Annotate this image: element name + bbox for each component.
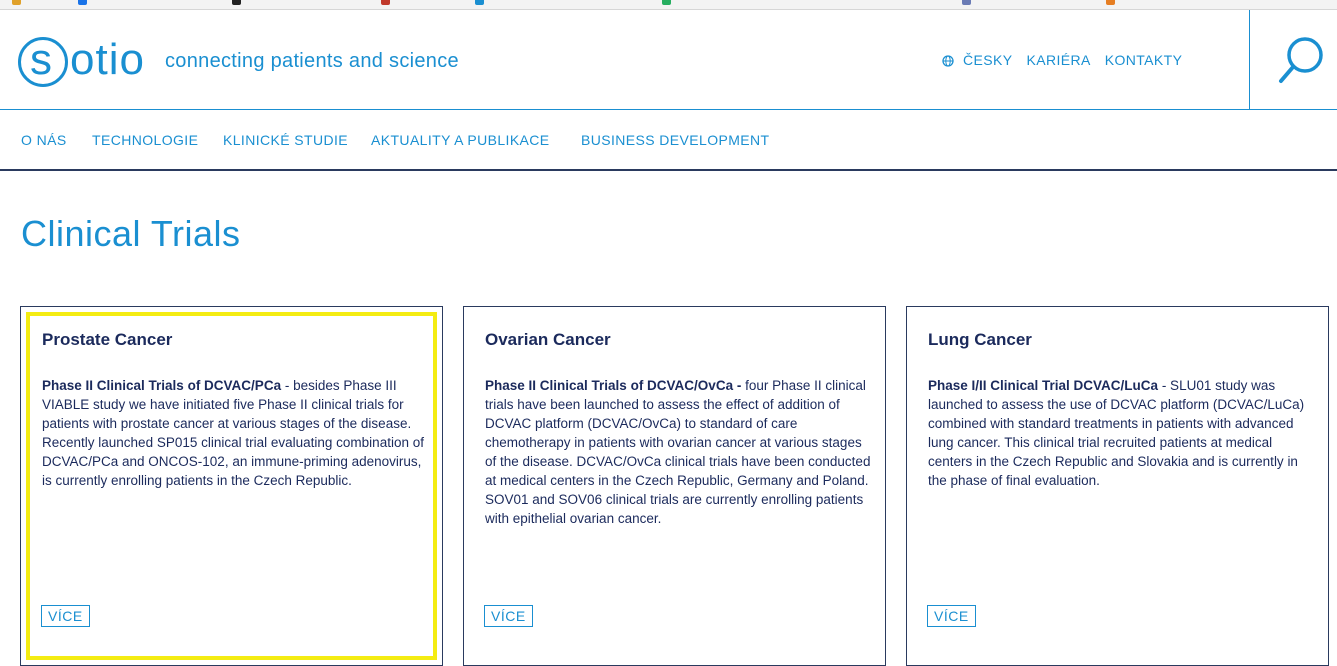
logo-letter-s: s: [30, 35, 52, 84]
career-link[interactable]: KARIÉRA: [1026, 52, 1090, 68]
nav-item-technologie[interactable]: TECHNOLOGIE: [92, 132, 198, 148]
main-navigation: O NÁS TECHNOLOGIE KLINICKÉ STUDIE AKTUAL…: [0, 110, 1337, 171]
language-link[interactable]: ČESKY: [963, 52, 1012, 68]
nav-item-business-development[interactable]: BUSINESS DEVELOPMENT: [581, 132, 770, 148]
card-title: Ovarian Cancer: [485, 330, 611, 349]
bookmarks-bar: [0, 0, 1337, 10]
nav-item-o-nas[interactable]: O NÁS: [21, 132, 67, 148]
card-title: Prostate Cancer: [42, 330, 173, 349]
card-ovarian-cancer: Ovarian Cancer Phase II Clinical Trials …: [463, 306, 886, 666]
bookmark-icon[interactable]: [232, 0, 241, 5]
search-button[interactable]: [1249, 10, 1337, 109]
more-button[interactable]: VÍCE: [927, 605, 976, 627]
search-icon: [1279, 37, 1323, 83]
bookmark-icon[interactable]: [1106, 0, 1115, 5]
card-lead: Phase I/II Clinical Trial DCVAC/LuCa: [928, 378, 1159, 393]
card-description: Phase I/II Clinical Trial DCVAC/LuCa - S…: [928, 376, 1318, 490]
more-button[interactable]: VÍCE: [484, 605, 533, 627]
globe-icon: [942, 54, 954, 67]
card-description: Phase II Clinical Trials of DCVAC/PCa - …: [42, 376, 432, 490]
more-button[interactable]: VÍCE: [41, 605, 90, 627]
top-links: ČESKY KARIÉRA KONTAKTY: [942, 52, 1196, 68]
bookmark-icon[interactable]: [381, 0, 390, 5]
card-lung-cancer: Lung Cancer Phase I/II Clinical Trial DC…: [906, 306, 1329, 666]
logo-wordmark: otio: [70, 35, 145, 84]
bookmark-icon[interactable]: [662, 0, 671, 5]
contacts-link[interactable]: KONTAKTY: [1105, 52, 1183, 68]
card-description: Phase II Clinical Trials of DCVAC/OvCa -…: [485, 376, 875, 528]
bookmark-icon[interactable]: [78, 0, 87, 5]
tagline: connecting patients and science: [165, 50, 459, 72]
card-lead: Phase II Clinical Trials of DCVAC/PCa: [42, 378, 282, 393]
card-lead: Phase II Clinical Trials of DCVAC/OvCa -: [485, 378, 742, 393]
page-title: Clinical Trials: [21, 213, 241, 254]
bookmark-icon[interactable]: [12, 0, 21, 5]
card-body: - SLU01 study was launched to assess the…: [928, 378, 1305, 488]
site-header: s otio connecting patients and science Č…: [0, 10, 1337, 110]
card-body: four Phase II clinical trials have been …: [485, 378, 871, 526]
nav-item-aktuality-a-publikace[interactable]: AKTUALITY A PUBLIKACE: [371, 132, 550, 148]
bookmark-icon[interactable]: [475, 0, 484, 5]
card-body: - besides Phase III VIABLE study we have…: [42, 378, 424, 488]
card-title: Lung Cancer: [928, 330, 1032, 349]
bookmark-icon[interactable]: [962, 0, 971, 5]
nav-item-klinicke-studie[interactable]: KLINICKÉ STUDIE: [223, 132, 348, 148]
card-prostate-cancer: Prostate Cancer Phase II Clinical Trials…: [20, 306, 443, 666]
